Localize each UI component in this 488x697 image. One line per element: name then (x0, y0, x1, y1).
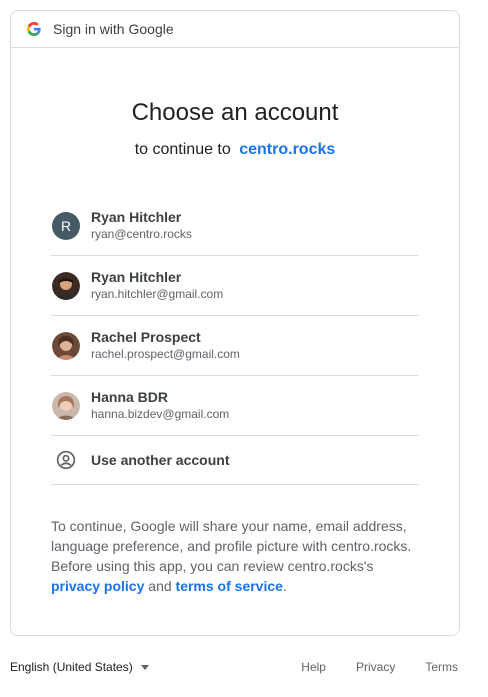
page-footer: English (United States) Help Privacy Ter… (10, 656, 458, 678)
google-g-icon (27, 22, 41, 36)
account-email: ryan.hitchler@gmail.com (91, 287, 224, 301)
account-name: Hanna BDR (91, 389, 169, 405)
account-name: Ryan Hitchler (91, 269, 182, 285)
account-item[interactable]: Rachel Prospect rachel.prospect@gmail.co… (51, 316, 419, 376)
account-text: Rachel Prospect rachel.prospect@gmail.co… (91, 329, 240, 362)
privacy-policy-link[interactable]: privacy policy (51, 578, 144, 594)
profile-photo-icon (52, 391, 80, 420)
account-name: Ryan Hitchler (91, 209, 182, 225)
avatar: R (52, 211, 80, 240)
terms-link[interactable]: Terms (425, 660, 458, 674)
privacy-link[interactable]: Privacy (356, 660, 395, 674)
account-email: hanna.bizdev@gmail.com (91, 407, 230, 421)
profile-photo-icon (52, 331, 80, 360)
disclaimer-and: and (148, 578, 172, 594)
page-subtitle: to continue to centro.rocks (11, 141, 459, 159)
help-link[interactable]: Help (301, 660, 326, 674)
account-email: rachel.prospect@gmail.com (91, 347, 240, 361)
profile-photo-icon (52, 271, 80, 300)
footer-links: Help Privacy Terms (271, 660, 458, 674)
account-item[interactable]: R Ryan Hitchler ryan@centro.rocks (51, 196, 419, 256)
use-another-account-label: Use another account (91, 452, 230, 468)
app-name-link[interactable]: centro.rocks (239, 141, 335, 158)
consent-disclaimer: To continue, Google will share your name… (51, 516, 423, 596)
terms-of-service-link[interactable]: terms of service (176, 578, 283, 594)
language-selector[interactable]: English (United States) (10, 660, 149, 674)
caret-down-icon (140, 664, 149, 670)
disclaimer-end: . (282, 578, 287, 594)
header-title: Sign in with Google (53, 21, 174, 37)
account-item[interactable]: Hanna BDR hanna.bizdev@gmail.com (51, 376, 419, 436)
account-item[interactable]: Ryan Hitchler ryan.hitchler@gmail.com (51, 256, 419, 316)
account-text: Hanna BDR hanna.bizdev@gmail.com (91, 389, 229, 422)
account-list: R Ryan Hitchler ryan@centro.rocks Ryan H… (51, 196, 419, 485)
account-name: Rachel Prospect (91, 329, 201, 345)
card-header: Sign in with Google (11, 11, 459, 48)
use-another-account-button[interactable]: Use another account (51, 436, 419, 485)
sign-in-card: Sign in with Google Choose an account to… (10, 10, 460, 636)
subtitle-prefix: to continue to (134, 141, 231, 158)
disclaimer-text: To continue, Google will share your name… (51, 518, 412, 574)
page-title: Choose an account (131, 99, 339, 126)
account-email: ryan@centro.rocks (91, 227, 192, 241)
language-label: English (United States) (10, 660, 133, 674)
account-text: Ryan Hitchler ryan@centro.rocks (91, 209, 192, 242)
account-text: Ryan Hitchler ryan.hitchler@gmail.com (91, 269, 223, 302)
account-circle-icon (52, 446, 80, 474)
